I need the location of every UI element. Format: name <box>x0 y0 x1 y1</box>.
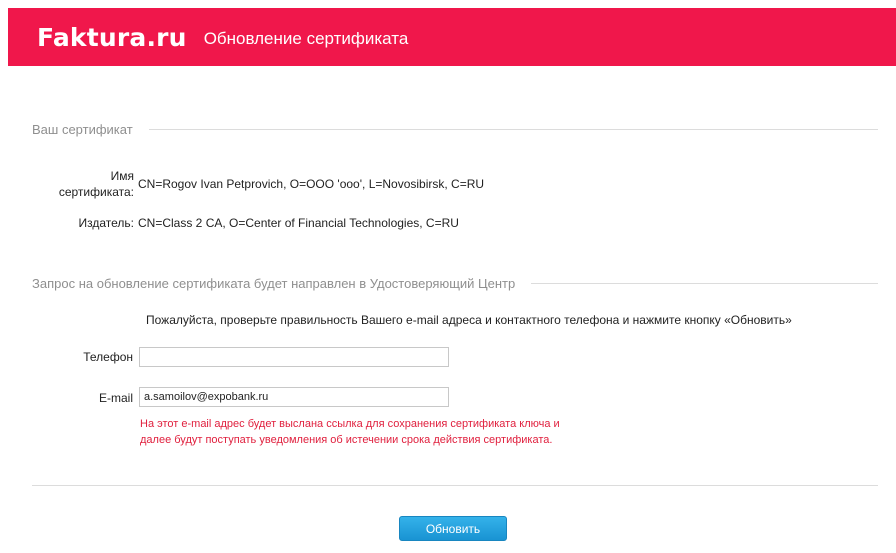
legend-divider <box>148 129 878 130</box>
certificate-name-label: Имя сертификата: <box>58 169 134 199</box>
verification-notice: Пожалуйста, проверьте правильность Вашег… <box>146 313 792 327</box>
certificate-issuer-label: Издатель: <box>78 216 135 230</box>
certificate-name-value: CN=Rogov Ivan Petprovich, O=OOO 'ooo', L… <box>138 177 485 191</box>
legend-divider <box>531 283 878 284</box>
request-section-title: Запрос на обновление сертификата будет н… <box>32 276 516 291</box>
page-title: Обновление сертификата <box>203 28 409 48</box>
phone-input[interactable] <box>139 347 449 367</box>
certificate-issuer-row: Издатель: CN=Class 2 CA, O=Center of Fin… <box>31 215 459 231</box>
email-hint: На этот e-mail адрес будет выслана ссылк… <box>140 418 560 446</box>
certificate-section-legend: Ваш сертификат <box>32 122 878 137</box>
page: Faktura.ru Обновление сертификата Ваш се… <box>0 0 896 553</box>
email-input[interactable] <box>139 387 449 407</box>
header-bar: Faktura.ru Обновление сертификата <box>8 8 896 66</box>
form-divider <box>32 485 878 486</box>
certificate-name-row: Имя сертификата: CN=Rogov Ivan Petprovic… <box>31 168 484 200</box>
phone-label: Телефон <box>83 350 133 364</box>
faktura-logo[interactable]: Faktura.ru <box>37 23 187 52</box>
request-section-legend: Запрос на обновление сертификата будет н… <box>32 276 878 291</box>
update-button[interactable]: Обновить <box>399 516 507 541</box>
email-label: E-mail <box>98 391 133 405</box>
certificate-section-title: Ваш сертификат <box>32 122 133 137</box>
certificate-issuer-value: CN=Class 2 CA, O=Center of Financial Tec… <box>138 216 459 230</box>
